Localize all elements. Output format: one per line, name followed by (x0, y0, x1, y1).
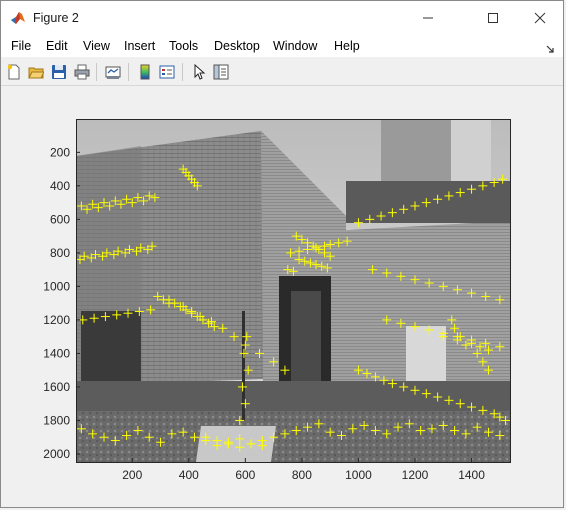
new-figure-icon (7, 64, 20, 80)
maximize-icon (488, 13, 498, 23)
y-tick-label: 1200 (43, 313, 70, 327)
maximize-button[interactable] (470, 1, 516, 35)
insert-legend-button[interactable] (157, 62, 177, 82)
menu-window[interactable]: Window (273, 39, 317, 53)
print-figure-icon (74, 64, 90, 80)
image-background (76, 119, 510, 462)
dock-figure-icon[interactable] (545, 41, 555, 53)
figure-toolbar (1, 59, 563, 86)
x-tick-label: 1400 (458, 468, 485, 482)
menu-help[interactable]: Help (334, 39, 360, 53)
y-tick-label: 200 (50, 145, 70, 159)
link-plot-button[interactable] (103, 62, 123, 82)
menu-bar: File Edit View Insert Tools Desktop Wind… (1, 35, 563, 57)
y-tick-label: 1600 (43, 380, 70, 394)
minimize-icon (423, 17, 433, 19)
y-tick-label: 1800 (43, 413, 70, 427)
x-tick-label: 1000 (345, 468, 372, 482)
toolbar-separator (128, 63, 129, 81)
insert-legend-icon (159, 65, 175, 79)
property-inspector-button[interactable] (211, 62, 231, 82)
x-tick-label: 400 (179, 468, 199, 482)
menu-edit[interactable]: Edit (46, 39, 68, 53)
menu-insert[interactable]: Insert (124, 39, 155, 53)
window-title: Figure 2 (33, 11, 79, 25)
save-figure-button[interactable] (49, 62, 69, 82)
x-tick-label: 1200 (402, 468, 429, 482)
x-tick-label: 200 (122, 468, 142, 482)
link-plot-icon (105, 66, 121, 79)
y-tick-label: 1400 (43, 346, 70, 360)
menu-view[interactable]: View (83, 39, 110, 53)
close-icon (534, 12, 546, 24)
menu-desktop[interactable]: Desktop (214, 39, 260, 53)
minimize-button[interactable] (405, 1, 451, 35)
close-button[interactable] (517, 1, 563, 35)
x-tick-label: 800 (292, 468, 312, 482)
figure-canvas: 200 400 600 800 1000 1200 1400 200 400 600 800 100… (1, 86, 563, 507)
x-tick-label: 600 (235, 468, 255, 482)
open-file-icon (28, 67, 44, 79)
menu-tools[interactable]: Tools (169, 39, 198, 53)
y-tick-label: 400 (50, 179, 70, 193)
property-inspector-icon (213, 64, 229, 80)
y-axis: 200 400 600 800 1000 1200 1400 1600 1800 2000 (43, 145, 80, 461)
y-tick-label: 800 (50, 246, 70, 260)
figure-window: Figure 2 File Edit View Insert Tools Des… (0, 0, 564, 508)
menu-file[interactable]: File (11, 39, 31, 53)
y-tick-label: 600 (50, 212, 70, 226)
y-tick-label: 1000 (43, 279, 70, 293)
axes-plot[interactable]: 200 400 600 800 1000 1200 1400 200 400 600 800 100… (1, 86, 565, 508)
toolbar-separator (96, 63, 97, 81)
edit-plot-arrow-icon (194, 64, 206, 80)
edit-plot-button[interactable] (189, 62, 209, 82)
title-bar[interactable]: Figure 2 (1, 1, 563, 35)
open-file-button[interactable] (26, 62, 46, 82)
insert-colorbar-icon (140, 64, 150, 80)
toolbar-separator (182, 63, 183, 81)
matlab-logo-icon (10, 10, 26, 26)
print-figure-button[interactable] (72, 62, 92, 82)
insert-colorbar-button[interactable] (135, 62, 155, 82)
y-tick-label: 2000 (43, 447, 70, 461)
new-figure-button[interactable] (4, 62, 24, 82)
save-figure-icon (52, 65, 66, 79)
